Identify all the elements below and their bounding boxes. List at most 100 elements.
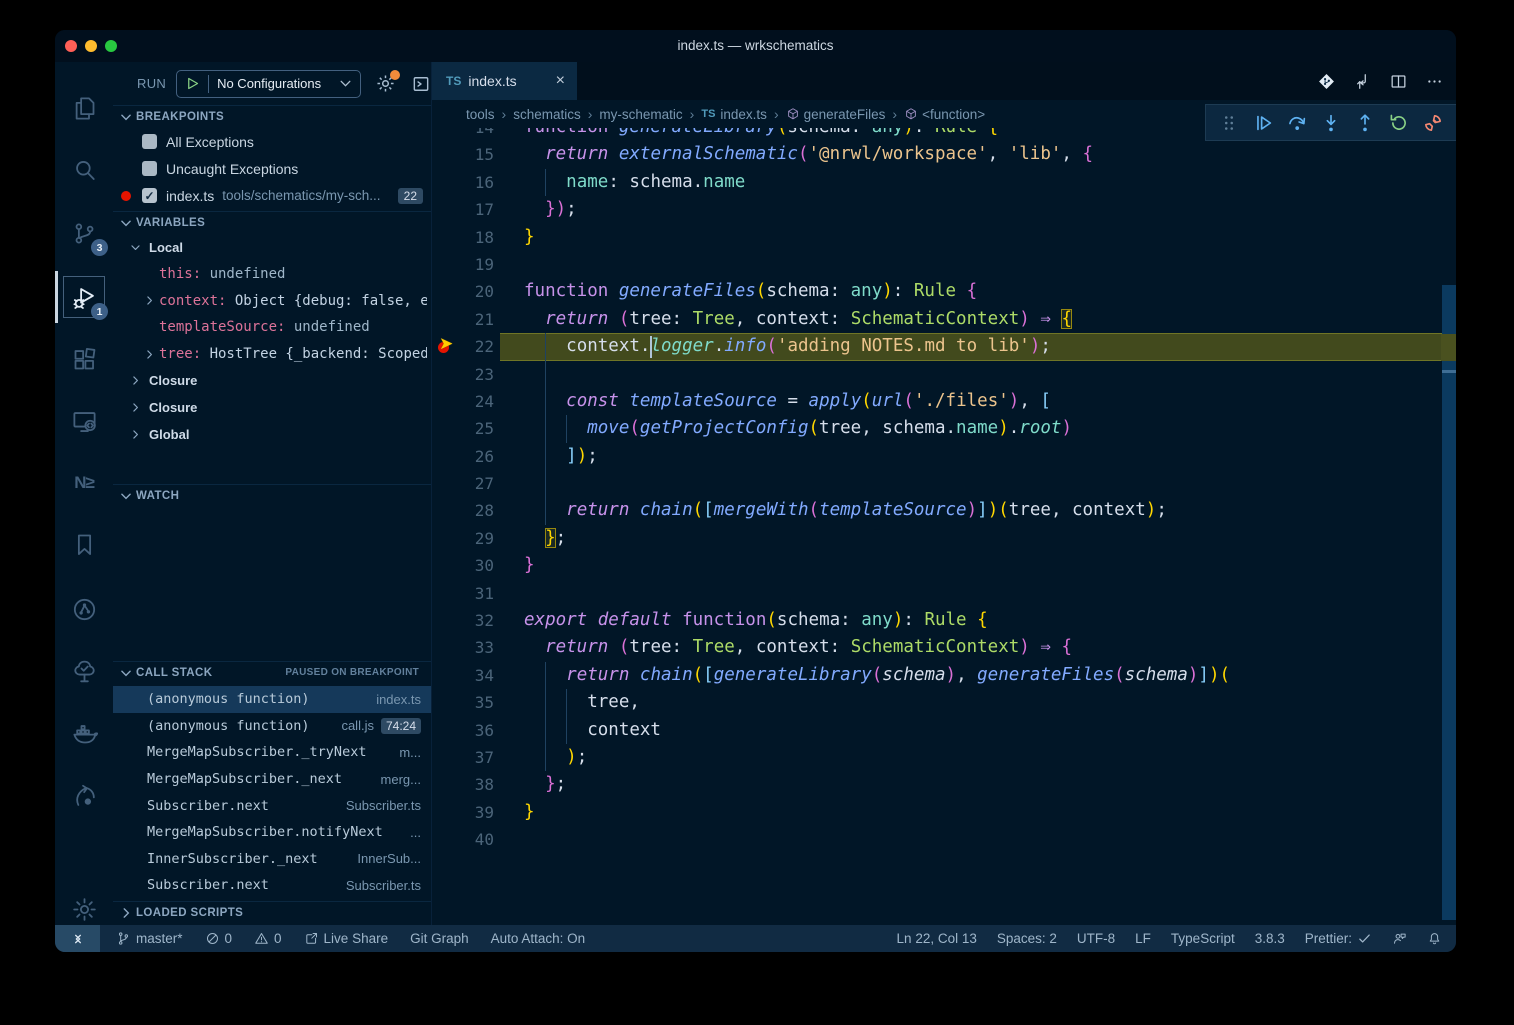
code-line[interactable]: 32export default function(schema: any): … (432, 607, 1456, 634)
activity-docker[interactable] (64, 713, 104, 753)
code-line[interactable]: 27 (432, 470, 1456, 497)
code-line[interactable]: 33 return (tree: Tree, context: Schemati… (432, 634, 1456, 661)
status-item-typescript[interactable]: TypeScript (1171, 931, 1235, 946)
variable-row[interactable]: tree: HostTree {_backend: ScopedH… (113, 341, 431, 368)
code-line[interactable]: 19 (432, 251, 1456, 278)
code-line[interactable]: 18} (432, 224, 1456, 251)
status-item-auto-attach-on[interactable]: Auto Attach: On (491, 931, 586, 946)
variables-section-header[interactable]: VARIABLES (113, 211, 431, 233)
debug-settings-gear-icon[interactable] (375, 73, 396, 94)
activity-git-graph[interactable] (64, 589, 104, 629)
variable-scope-row[interactable]: Local (113, 234, 431, 261)
breakpoint-item[interactable]: ✓index.tstools/schematics/my-sch...22 (113, 182, 431, 209)
activity-search[interactable] (64, 150, 104, 190)
loaded-scripts-section-header[interactable]: LOADED SCRIPTS (113, 901, 431, 923)
code-line[interactable]: 25 move(getProjectConfig(tree, schema.na… (432, 415, 1456, 442)
stack-frame[interactable]: MergeMapSubscriber._tryNextm... (113, 739, 431, 766)
breadcrumb-item[interactable]: generateFiles (767, 106, 885, 122)
split-editor-icon[interactable] (1389, 72, 1408, 91)
activity-live-share[interactable] (64, 776, 104, 816)
step-over-button[interactable] (1284, 110, 1310, 136)
code-line[interactable]: 15 return externalSchematic('@nrwl/works… (432, 141, 1456, 168)
scrollbar-slider[interactable] (1442, 285, 1456, 920)
variable-row[interactable]: templateSource: undefined (113, 314, 431, 341)
code-line[interactable]: 20function generateFiles(schema: any): R… (432, 278, 1456, 305)
code-line[interactable]: 39} (432, 799, 1456, 826)
step-out-button[interactable] (1352, 110, 1378, 136)
status-item-master-[interactable]: master* (116, 931, 183, 946)
debug-console-icon[interactable] (411, 74, 431, 94)
code-line[interactable]: 35 tree, (432, 689, 1456, 716)
status-item-git-graph[interactable]: Git Graph (410, 931, 469, 946)
activity-nx-console[interactable]: N≥ (64, 463, 104, 503)
code-line[interactable]: 29 }; (432, 525, 1456, 552)
status-item[interactable] (1427, 931, 1442, 946)
close-tab-icon[interactable]: × (556, 72, 565, 90)
status-item-0[interactable]: 0 (205, 931, 233, 946)
activity-bookmarks[interactable] (64, 524, 104, 564)
remote-indicator[interactable] (55, 925, 100, 952)
editor-scrollbar[interactable] (1441, 62, 1456, 925)
code-line[interactable]: 36 context (432, 717, 1456, 744)
variable-scope-row[interactable]: Closure (113, 367, 431, 394)
variable-scope-row[interactable]: Global (113, 421, 431, 448)
code-line[interactable]: 26 ]); (432, 443, 1456, 470)
variable-scope-row[interactable]: Closure (113, 394, 431, 421)
breakpoint-item[interactable]: Uncaught Exceptions (113, 155, 431, 182)
start-debugging-icon[interactable] (185, 76, 200, 91)
variable-row[interactable]: this: undefined (113, 261, 431, 288)
breadcrumb-item[interactable]: tools (466, 107, 495, 122)
step-into-button[interactable] (1318, 110, 1344, 136)
code-line[interactable]: 37 ); (432, 744, 1456, 771)
code-line[interactable]: 38 }; (432, 771, 1456, 798)
status-item-0[interactable]: 0 (254, 931, 282, 946)
continue-button[interactable] (1250, 110, 1276, 136)
drag-handle-button[interactable] (1216, 110, 1242, 136)
watch-section-header[interactable]: WATCH (113, 484, 431, 506)
activity-test-explorer[interactable] (64, 651, 104, 691)
activity-run-and-debug[interactable]: 1 (64, 277, 104, 317)
code-line[interactable]: 16 name: schema.name (432, 169, 1456, 196)
activity-extensions[interactable] (64, 339, 104, 379)
status-item-live-share[interactable]: Live Share (304, 931, 389, 946)
code-line[interactable]: 31 (432, 580, 1456, 607)
status-item-utf-8[interactable]: UTF-8 (1077, 931, 1115, 946)
status-item-3-8-3[interactable]: 3.8.3 (1255, 931, 1285, 946)
code-line[interactable]: 34 return chain([generateLibrary(schema)… (432, 662, 1456, 689)
status-item-lf[interactable]: LF (1135, 931, 1151, 946)
activity-remote-explorer[interactable] (64, 401, 104, 441)
code-line[interactable]: 21 return (tree: Tree, context: Schemati… (432, 306, 1456, 333)
activity-explorer[interactable] (64, 88, 104, 128)
tab-index-ts[interactable]: TS index.ts × (432, 62, 577, 100)
launch-configuration-dropdown[interactable]: No Configurations (176, 70, 361, 98)
breadcrumb-item[interactable]: schematics (495, 106, 581, 122)
paused-breakpoint-icon[interactable]: ➤ (437, 337, 457, 357)
breadcrumb-item[interactable]: <function> (885, 106, 985, 122)
status-item-prettier-[interactable]: Prettier: (1305, 931, 1372, 946)
code-line[interactable]: 23 (432, 361, 1456, 388)
restart-button[interactable] (1386, 110, 1412, 136)
activity-settings[interactable] (64, 889, 104, 929)
code-line[interactable]: 17 }); (432, 196, 1456, 223)
disconnect-button[interactable] (1420, 110, 1446, 136)
status-item-ln-22-col-13[interactable]: Ln 22, Col 13 (897, 931, 977, 946)
code-line[interactable]: 30} (432, 552, 1456, 579)
stack-frame[interactable]: (anonymous function)index.ts (113, 686, 431, 713)
stack-frame[interactable]: Subscriber.nextSubscriber.ts (113, 792, 431, 819)
stack-frame[interactable]: (anonymous function)call.js74:24 (113, 713, 431, 740)
code-line[interactable]: ➤22 context.logger.info('adding NOTES.md… (432, 333, 1456, 360)
breakpoint-checkbox[interactable] (142, 161, 157, 176)
code-view[interactable]: 14function generateLibrary(schema: any):… (432, 114, 1456, 854)
status-item-spaces-2[interactable]: Spaces: 2 (997, 931, 1057, 946)
gitlens-icon[interactable] (1317, 72, 1336, 91)
breadcrumb-item[interactable]: my-schematic (581, 106, 683, 122)
code-line[interactable]: 40 (432, 826, 1456, 853)
breakpoint-checkbox[interactable]: ✓ (142, 188, 157, 203)
stack-frame[interactable]: MergeMapSubscriber._nextmerg... (113, 766, 431, 793)
breakpoints-section-header[interactable]: BREAKPOINTS (113, 105, 431, 127)
open-changes-icon[interactable] (1353, 72, 1372, 91)
breakpoint-item[interactable]: All Exceptions (113, 128, 431, 155)
stack-frame[interactable]: InnerSubscriber._nextInnerSub... (113, 846, 431, 873)
stack-frame[interactable]: MergeMapSubscriber.notifyNext... (113, 819, 431, 846)
stack-frame[interactable]: Subscriber.nextSubscriber.ts (113, 872, 431, 899)
